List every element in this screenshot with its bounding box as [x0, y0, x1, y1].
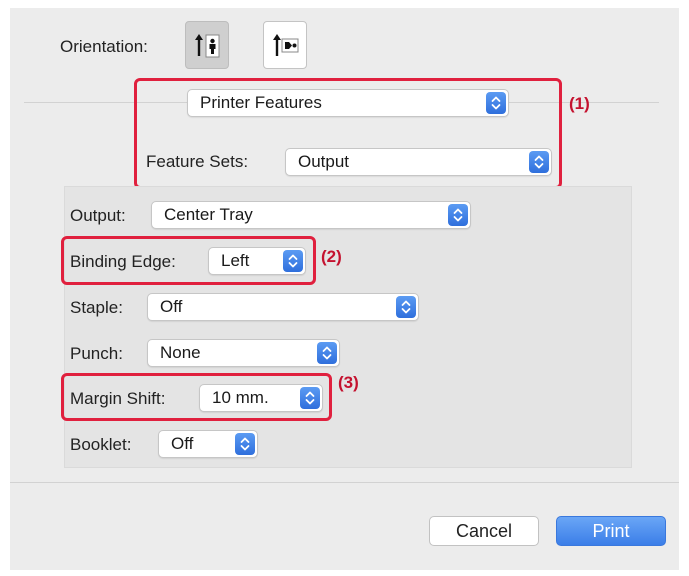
bottom-divider — [10, 482, 679, 483]
binding-edge-label: Binding Edge: — [70, 252, 176, 271]
landscape-orientation-button[interactable] — [263, 21, 307, 69]
booklet-value: Off — [171, 434, 194, 453]
margin-shift-popup[interactable]: 10 mm. — [199, 384, 323, 412]
margin-shift-value: 10 mm. — [212, 388, 269, 407]
booklet-popup[interactable]: Off — [158, 430, 258, 458]
printer-features-value: Printer Features — [200, 93, 322, 112]
binding-edge-value: Left — [221, 251, 250, 270]
callout-number-3: (3) — [338, 373, 359, 392]
portrait-orientation-button[interactable] — [185, 21, 229, 69]
feature-sets-popup[interactable]: Output — [285, 148, 552, 176]
portrait-orientation-icon — [195, 34, 220, 58]
binding-edge-popup[interactable]: Left — [208, 247, 306, 275]
landscape-orientation-icon — [273, 34, 299, 56]
feature-sets-value: Output — [298, 152, 350, 171]
printer-features-popup[interactable]: Printer Features — [187, 89, 509, 117]
punch-value: None — [160, 343, 201, 362]
popup-stepper-icon — [396, 296, 416, 318]
popup-stepper-icon — [529, 151, 549, 173]
callout-number-1: (1) — [569, 94, 590, 113]
output-label: Output: — [70, 206, 126, 225]
booklet-label: Booklet: — [70, 435, 132, 454]
orientation-label: Orientation: — [60, 37, 148, 56]
margin-shift-label: Margin Shift: — [70, 389, 166, 408]
popup-stepper-icon — [235, 433, 255, 455]
feature-sets-label: Feature Sets: — [146, 152, 249, 171]
popup-stepper-icon — [448, 204, 468, 226]
callout-number-2: (2) — [321, 247, 342, 266]
popup-stepper-icon — [317, 342, 337, 364]
print-dialog: Orientation: (1) Printer Features Featur… — [10, 8, 679, 570]
output-value: Center Tray — [164, 205, 253, 224]
staple-value: Off — [160, 297, 183, 316]
staple-popup[interactable]: Off — [147, 293, 419, 321]
output-popup[interactable]: Center Tray — [151, 201, 471, 229]
staple-label: Staple: — [70, 298, 123, 317]
popup-stepper-icon — [300, 387, 320, 409]
popup-stepper-icon — [486, 92, 506, 114]
popup-stepper-icon — [283, 250, 303, 272]
cancel-button[interactable]: Cancel — [429, 516, 539, 546]
print-button[interactable]: Print — [556, 516, 666, 546]
punch-popup[interactable]: None — [147, 339, 340, 367]
punch-label: Punch: — [70, 344, 123, 363]
